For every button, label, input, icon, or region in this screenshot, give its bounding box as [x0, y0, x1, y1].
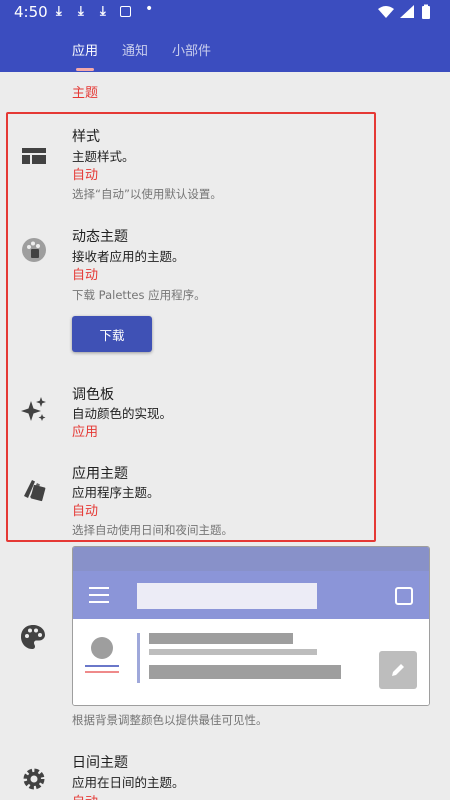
download-icon: ⤓: [100, 4, 106, 19]
preview-text-line: [149, 665, 341, 679]
palette-icon: [20, 236, 48, 264]
download-icon: ⤓: [78, 4, 84, 19]
pref-title: 应用主题: [72, 466, 128, 482]
status-icons: [376, 4, 440, 24]
pref-day-theme[interactable]: 日间主题 应用在日间的主题。 自动: [0, 748, 450, 800]
pref-value: 自动: [72, 791, 98, 800]
download-icon: ⤓: [56, 4, 62, 19]
preview-divider: [137, 633, 140, 683]
pref-title: 日间主题: [72, 755, 128, 771]
preview-primary-line: [85, 665, 119, 667]
tab-bar: 应用 通知 小部件: [0, 24, 450, 72]
theme-preview[interactable]: [72, 546, 430, 706]
wifi-icon: [378, 6, 394, 18]
pref-palette[interactable]: 调色板 自动颜色的实现。 应用: [0, 382, 450, 442]
preview-app-bar: [73, 571, 429, 619]
tab-indicator: [76, 68, 94, 71]
pref-hint: 选择自动使用日间和夜间主题。: [72, 523, 233, 537]
pref-title: 动态主题: [72, 229, 128, 245]
pref-summary: 主题样式。: [72, 149, 135, 164]
pref-value: 自动: [72, 168, 99, 183]
theme-preview-palette-icon: [20, 624, 46, 654]
pref-app-theme[interactable]: 应用主题 应用程序主题。 自动 选择自动使用日间和夜间主题。: [0, 461, 450, 541]
preview-avatar: [91, 637, 113, 659]
preview-text-line: [149, 633, 293, 644]
pref-summary: 应用程序主题。: [72, 485, 160, 500]
settings-gear-icon: [20, 765, 48, 793]
pref-value: 自动: [72, 504, 99, 519]
signal-icon: [400, 5, 414, 18]
more-notifications-dot: •: [145, 1, 154, 17]
preview-edit-icon: [379, 651, 417, 689]
preview-caption: 根据背景调整颜色以提供最佳可见性。: [72, 713, 268, 727]
preview-search-field: [137, 583, 317, 609]
pref-hint: 下载 Palettes 应用程序。: [72, 288, 206, 302]
status-time: 4:50: [14, 3, 48, 21]
status-bar: 4:50 ⤓ ⤓ ⤓ •: [0, 0, 450, 24]
pref-title: 样式: [72, 129, 100, 145]
tab-widgets[interactable]: 小部件: [172, 40, 211, 59]
layout-icon: [20, 142, 48, 170]
preview-text-line: [149, 649, 317, 655]
menu-icon: [89, 587, 109, 608]
preview-status-bar: [73, 547, 429, 571]
preview-accent-line: [85, 671, 119, 673]
pref-title: 调色板: [72, 387, 114, 403]
preview-card: [73, 619, 429, 705]
download-button[interactable]: 下载: [72, 316, 152, 352]
tab-app[interactable]: 应用: [72, 40, 98, 59]
pref-dynamic-theme[interactable]: 动态主题 接收者应用的主题。 自动 下载 Palettes 应用程序。: [0, 224, 450, 354]
preview-action-icon: [395, 587, 413, 605]
pref-style[interactable]: 样式 主题样式。 自动 选择“自动”以使用默认设置。: [0, 122, 450, 206]
pref-summary: 自动颜色的实现。: [72, 406, 173, 421]
pref-summary: 应用在日间的主题。: [72, 775, 185, 790]
settings-list[interactable]: 主题 样式 主题样式。 自动 选择“自动”以使用默认设置。 动态主题 接收者应用…: [0, 72, 450, 800]
swatches-icon: [20, 475, 48, 503]
tab-notifications[interactable]: 通知: [122, 40, 148, 59]
pref-hint: 选择“自动”以使用默认设置。: [72, 187, 222, 201]
section-header-theme: 主题: [72, 86, 99, 101]
pref-summary: 接收者应用的主题。: [72, 249, 185, 264]
pref-value: 自动: [72, 268, 99, 283]
battery-icon: [422, 6, 430, 19]
app-notification-icon: [120, 6, 131, 17]
sparkles-icon: [20, 396, 48, 424]
pref-value: 应用: [72, 425, 99, 440]
